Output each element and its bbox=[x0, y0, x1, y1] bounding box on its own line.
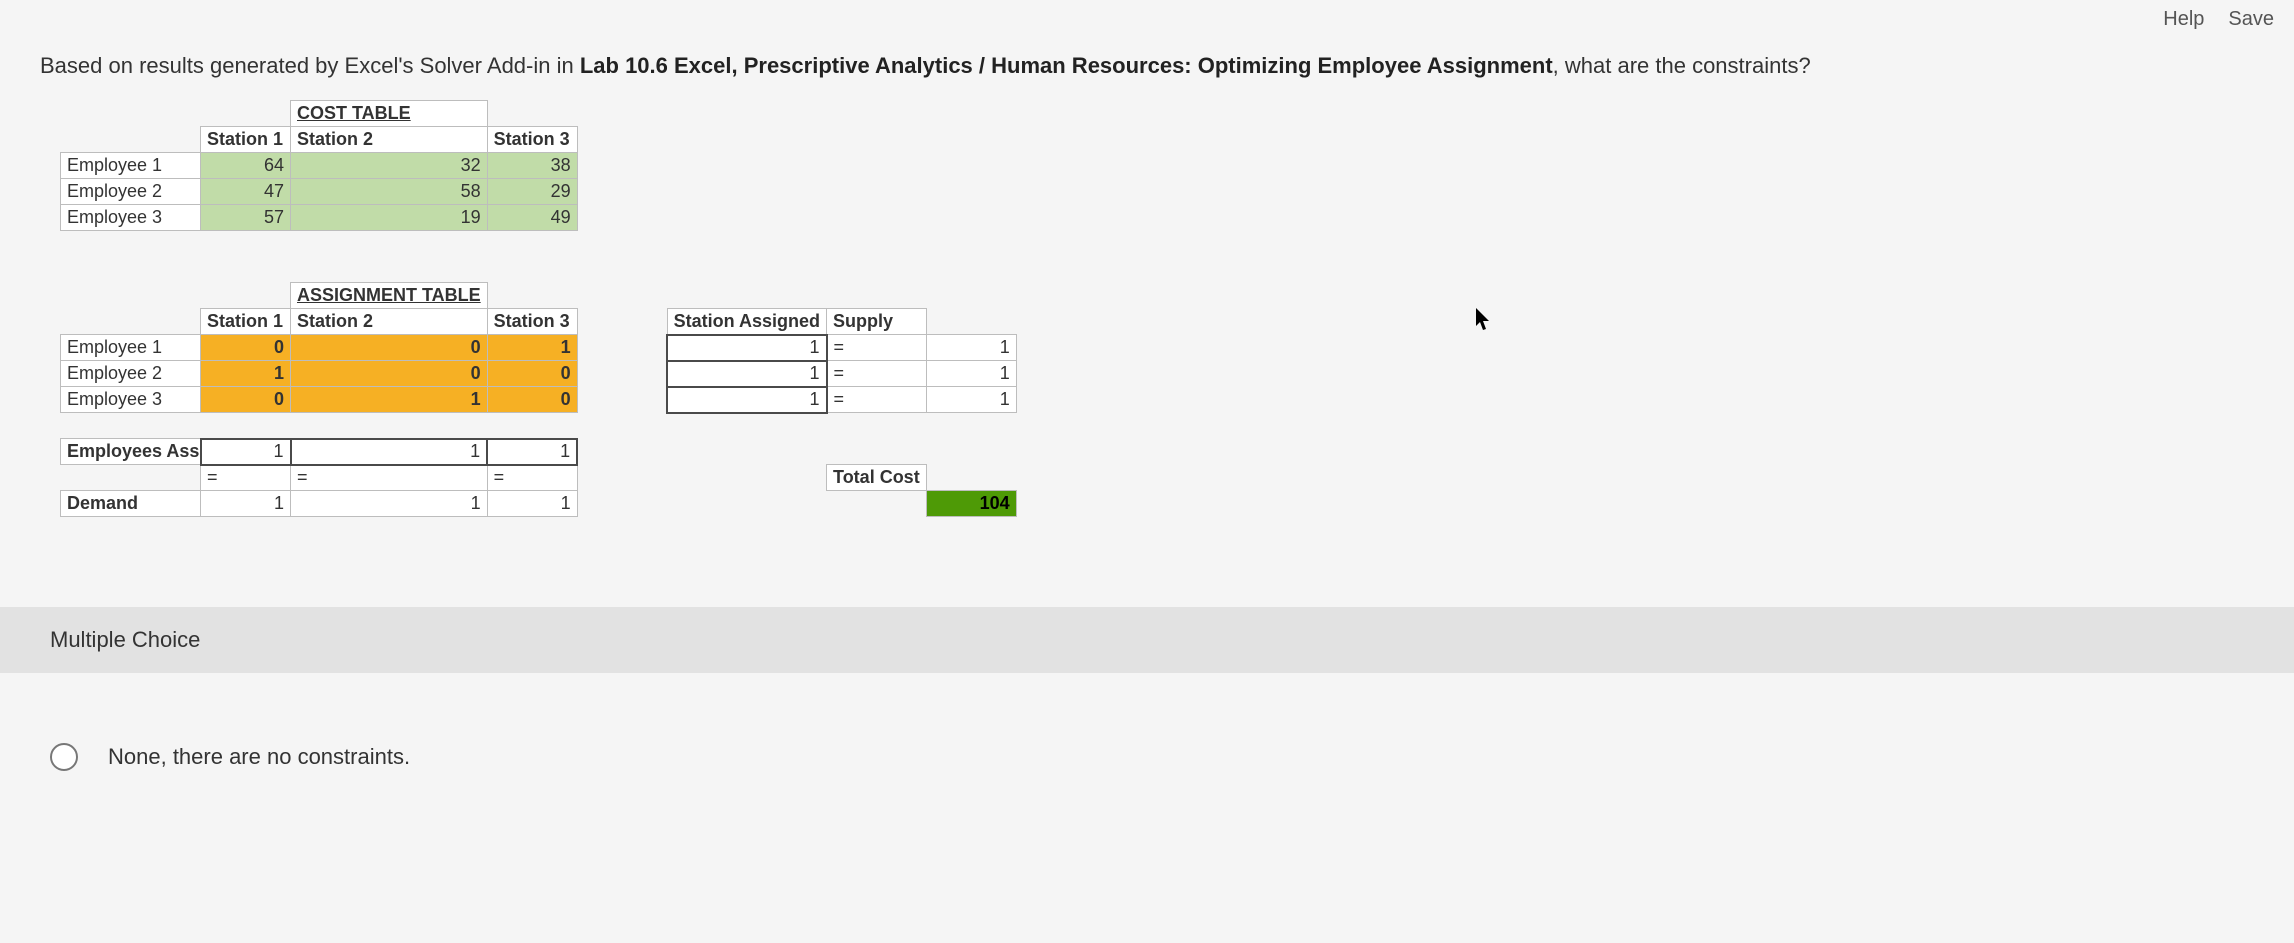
assign-cell: 1 bbox=[291, 387, 488, 413]
total-cost-value: 104 bbox=[926, 491, 1016, 517]
assign-cell: 0 bbox=[201, 335, 291, 361]
assign-row-label: Employee 3 bbox=[61, 387, 201, 413]
save-link[interactable]: Save bbox=[2228, 8, 2274, 31]
option-a[interactable]: None, there are no constraints. bbox=[50, 743, 2244, 771]
multiple-choice-title: Multiple Choice bbox=[50, 627, 2244, 653]
demand-label: Demand bbox=[61, 491, 201, 517]
assign-cell: 0 bbox=[487, 387, 577, 413]
supply-hdr: Supply bbox=[827, 309, 927, 335]
spreadsheet: COST TABLE Station 1 Station 2 Station 3… bbox=[60, 100, 2254, 517]
assign-cell: 1 bbox=[487, 335, 577, 361]
station-sum: 1 bbox=[667, 361, 826, 387]
station-assigned-hdr: Station Assigned bbox=[667, 309, 826, 335]
cost-cell: 47 bbox=[201, 179, 291, 205]
assign-col-2: Station 2 bbox=[291, 309, 488, 335]
assign-cell: 0 bbox=[487, 361, 577, 387]
eq-op: = bbox=[487, 465, 577, 491]
assign-col-3: Station 3 bbox=[487, 309, 577, 335]
assign-cell: 0 bbox=[201, 387, 291, 413]
assign-row-label: Employee 2 bbox=[61, 361, 201, 387]
option-a-text: None, there are no constraints. bbox=[108, 744, 410, 770]
help-link[interactable]: Help bbox=[2163, 8, 2204, 31]
cost-col-3: Station 3 bbox=[487, 127, 577, 153]
station-sum: 1 bbox=[667, 387, 826, 413]
cost-cell: 19 bbox=[291, 205, 488, 231]
total-cost-label: Total Cost bbox=[827, 465, 927, 491]
eq-op: = bbox=[291, 465, 488, 491]
emp-assigned-val: 1 bbox=[487, 439, 577, 465]
eq-op: = bbox=[201, 465, 291, 491]
demand-val: 1 bbox=[291, 491, 488, 517]
station-sum: 1 bbox=[667, 335, 826, 361]
demand-val: 1 bbox=[201, 491, 291, 517]
eq-op: = bbox=[827, 361, 927, 387]
topbar: Help Save bbox=[0, 0, 2294, 35]
cost-cell: 64 bbox=[201, 153, 291, 179]
assign-cell: 1 bbox=[201, 361, 291, 387]
cost-cell: 32 bbox=[291, 153, 488, 179]
emp-assigned-val: 1 bbox=[201, 439, 291, 465]
cost-col-1: Station 1 bbox=[201, 127, 291, 153]
cost-cell: 29 bbox=[487, 179, 577, 205]
eq-op: = bbox=[827, 335, 927, 361]
cost-row-label: Employee 2 bbox=[61, 179, 201, 205]
assign-cell: 0 bbox=[291, 335, 488, 361]
emp-assigned-val: 1 bbox=[291, 439, 488, 465]
cost-row-label: Employee 3 bbox=[61, 205, 201, 231]
cost-table-title: COST TABLE bbox=[291, 101, 488, 127]
cost-cell: 38 bbox=[487, 153, 577, 179]
eq-op: = bbox=[827, 387, 927, 413]
cost-row-label: Employee 1 bbox=[61, 153, 201, 179]
supply-val: 1 bbox=[926, 361, 1016, 387]
assign-table-title: ASSIGNMENT TABLE bbox=[291, 283, 488, 309]
cost-cell: 58 bbox=[291, 179, 488, 205]
assign-row-label: Employee 1 bbox=[61, 335, 201, 361]
options-list: None, there are no constraints. bbox=[0, 743, 2294, 811]
cost-cell: 57 bbox=[201, 205, 291, 231]
assign-cell: 0 bbox=[291, 361, 488, 387]
supply-val: 1 bbox=[926, 387, 1016, 413]
supply-val: 1 bbox=[926, 335, 1016, 361]
demand-val: 1 bbox=[487, 491, 577, 517]
employees-assigned-label: Employees Assigned bbox=[61, 439, 201, 465]
assign-col-1: Station 1 bbox=[201, 309, 291, 335]
question-text: Based on results generated by Excel's So… bbox=[0, 35, 2294, 100]
multiple-choice-header: Multiple Choice bbox=[0, 607, 2294, 673]
cost-col-2: Station 2 bbox=[291, 127, 488, 153]
cost-and-assignment-tables: COST TABLE Station 1 Station 2 Station 3… bbox=[60, 100, 1017, 517]
radio-icon[interactable] bbox=[50, 743, 78, 771]
cost-cell: 49 bbox=[487, 205, 577, 231]
